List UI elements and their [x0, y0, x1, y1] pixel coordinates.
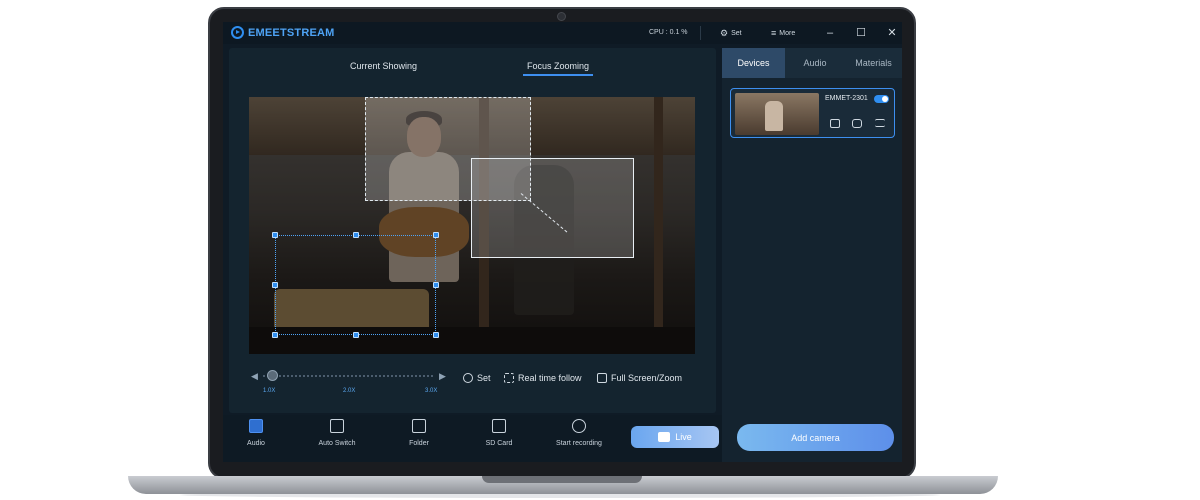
gear-icon [463, 373, 473, 383]
auto-switch-button[interactable]: Auto Switch [302, 419, 372, 447]
device-card[interactable]: EMMET-2301 [730, 88, 895, 138]
real-time-follow-label: Real time follow [518, 373, 582, 383]
tab-devices[interactable]: Devices [722, 48, 785, 78]
more-menu-button[interactable]: ≡ More [771, 28, 795, 38]
live-camera-icon [658, 432, 671, 442]
record-icon [572, 419, 586, 433]
resize-handle[interactable] [353, 232, 359, 238]
hamburger-icon: ≡ [771, 28, 777, 38]
live-label: Live [675, 432, 692, 442]
minimize-button[interactable]: – [823, 26, 837, 40]
sd-card-button[interactable]: SD Card [464, 419, 534, 447]
tab-current-showing[interactable]: Current Showing [350, 61, 417, 71]
audio-label: Audio [247, 440, 265, 447]
app-name: EMEETSTREAM [248, 26, 335, 39]
zoom-decrease-icon[interactable]: ◀ [251, 371, 258, 382]
audio-button[interactable]: Audio [223, 419, 291, 447]
camera-snapshot-icon[interactable] [852, 119, 862, 128]
zoom-label-3x: 3.0X [425, 388, 438, 394]
app-logo-icon [231, 26, 244, 39]
folder-button[interactable]: Folder [384, 419, 454, 447]
more-menu-label: More [779, 29, 796, 37]
full-screen-zoom-label: Full Screen/Zoom [611, 373, 683, 383]
close-button[interactable]: ✕ [885, 26, 899, 40]
start-recording-label: Start recording [556, 440, 602, 447]
fullscreen-icon [597, 373, 607, 383]
add-camera-button[interactable]: Add camera [737, 424, 894, 451]
maximize-icon: ☐ [856, 27, 866, 39]
tab-materials[interactable]: Materials [845, 48, 902, 78]
folder-label: Folder [409, 440, 429, 447]
zoom-slider-knob[interactable] [267, 370, 278, 381]
set-menu-label: Set [731, 30, 742, 37]
right-panel-tabs: Devices Audio Materials [722, 48, 902, 78]
close-icon: ✕ [887, 27, 897, 39]
minimize-icon: – [826, 27, 834, 39]
camera-preview[interactable] [249, 97, 695, 354]
set-menu-button[interactable]: ⚙ Set [720, 28, 742, 39]
thumbnail-person [765, 101, 783, 131]
folder-icon [412, 419, 426, 433]
list-icon[interactable] [875, 119, 885, 127]
resize-handle[interactable] [272, 332, 278, 338]
selection-box[interactable] [275, 235, 436, 335]
zoom-increase-icon[interactable]: ▶ [439, 371, 446, 382]
zoom-region[interactable] [471, 158, 634, 258]
webcam-dot [557, 12, 566, 21]
zoom-label-1x: 1.0X [263, 388, 276, 394]
focus-set-label: Set [477, 373, 491, 383]
maximize-button[interactable]: ☐ [854, 26, 868, 40]
resize-handle[interactable] [272, 232, 278, 238]
resize-handle[interactable] [272, 282, 278, 288]
auto-switch-label: Auto Switch [318, 440, 356, 447]
resize-handle[interactable] [433, 232, 439, 238]
image-icon[interactable] [830, 119, 840, 128]
tab-audio[interactable]: Audio [785, 48, 845, 78]
title-divider [700, 26, 701, 40]
real-time-follow-button[interactable]: Real time follow [504, 373, 582, 383]
view-tabs: Current Showing Focus Zooming [229, 61, 716, 81]
follow-icon [504, 373, 514, 383]
full-screen-zoom-button[interactable]: Full Screen/Zoom [597, 373, 682, 383]
tab-focus-zooming[interactable]: Focus Zooming [522, 61, 594, 76]
auto-switch-icon [330, 419, 344, 433]
sd-card-icon [492, 419, 506, 433]
audio-icon [249, 419, 263, 433]
bottom-toolbar: Audio Auto Switch Folder SD Card Start r… [223, 415, 722, 462]
resize-handle[interactable] [353, 332, 359, 338]
live-button[interactable]: Live [631, 426, 719, 448]
zoom-controls: ◀ ▶ 1.0X 2.0X 3.0X Set Real time follow … [249, 370, 699, 400]
zoom-slider-track[interactable] [263, 375, 433, 377]
laptop-notch [482, 476, 642, 483]
preview-panel: Current Showing Focus Zooming ◀ ▶ 1.0X 2… [229, 48, 716, 413]
device-toggle[interactable] [874, 95, 889, 103]
resize-handle[interactable] [433, 282, 439, 288]
title-bar: EMEETSTREAM CPU : 0.1 % ⚙ Set ≡ More – ☐… [223, 22, 902, 44]
app-window: EMEETSTREAM CPU : 0.1 % ⚙ Set ≡ More – ☐… [223, 22, 902, 462]
start-recording-button[interactable]: Start recording [544, 419, 614, 447]
gear-icon: ⚙ [720, 28, 729, 38]
sd-card-label: SD Card [485, 440, 513, 447]
app-logo: EMEETSTREAM [231, 26, 335, 39]
resize-handle[interactable] [433, 332, 439, 338]
cpu-usage: CPU : 0.1 % [649, 29, 688, 36]
focus-set-button[interactable]: Set [463, 373, 491, 383]
device-name: EMMET-2301 [825, 95, 868, 102]
zoom-label-2x: 2.0X [343, 388, 356, 394]
right-panel: Devices Audio Materials EMMET-2301 Add c… [722, 48, 902, 462]
device-thumbnail [735, 93, 819, 135]
